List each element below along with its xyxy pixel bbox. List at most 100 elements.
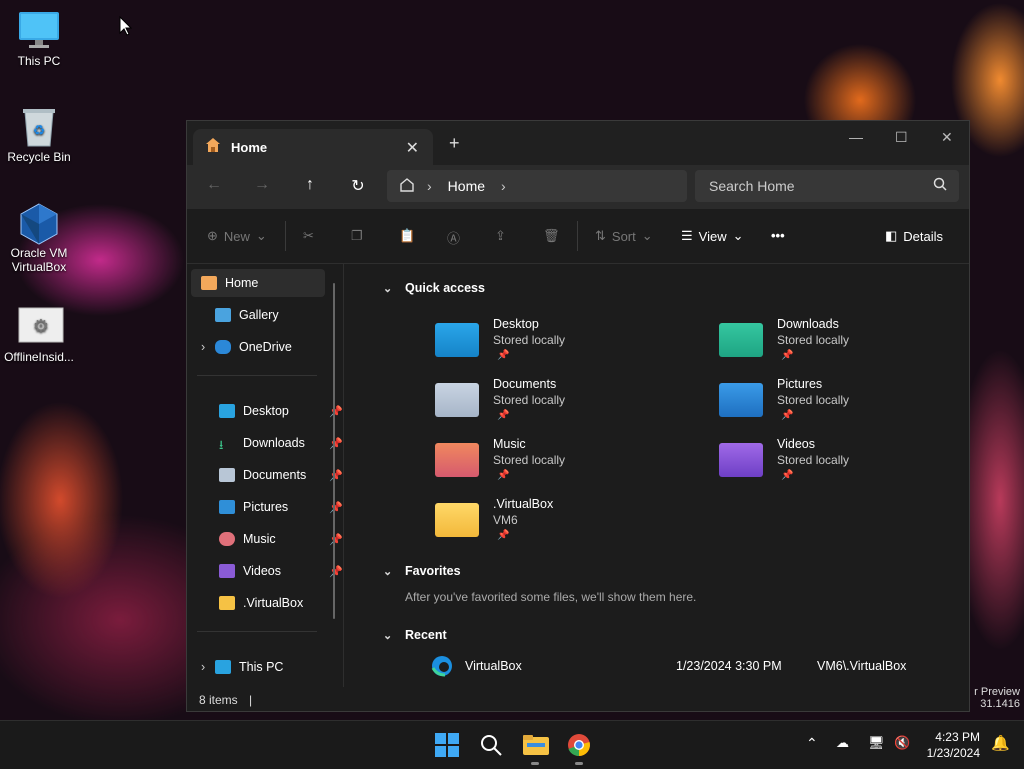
more-options-button[interactable]: ••• <box>771 228 785 243</box>
item-name: Music <box>493 437 526 451</box>
sidebar-item-home[interactable]: Home <box>191 269 325 297</box>
chevron-right-icon[interactable]: › <box>201 340 215 354</box>
sidebar-item-music[interactable]: Music 📌 <box>219 525 343 553</box>
recent-file-name: VirtualBox <box>465 659 522 673</box>
item-name: Desktop <box>493 317 539 331</box>
clock-date: 1/23/2024 <box>926 746 980 760</box>
item-status: Stored locally <box>777 393 850 407</box>
sidebar-item-label: OneDrive <box>239 340 292 354</box>
desktop-icon-this-pc[interactable]: This PC <box>1 10 77 68</box>
video-icon <box>219 564 235 578</box>
paste-icon[interactable]: 📋 <box>399 228 415 244</box>
navigation-bar: ← → ↑ ↻ › Home › Search Home <box>187 165 969 209</box>
sidebar-scrollbar[interactable] <box>333 283 335 619</box>
sidebar-item-videos[interactable]: Videos 📌 <box>219 557 343 585</box>
pin-icon: 📌 <box>329 565 343 578</box>
show-hidden-icons-button[interactable]: ⌃ <box>806 735 818 752</box>
quick-access-item-music[interactable]: Music Stored locally 📌 <box>435 437 695 493</box>
sidebar-item-documents[interactable]: Documents 📌 <box>219 461 343 489</box>
share-icon[interactable]: ⇪ <box>495 228 506 244</box>
search-taskbar-button[interactable] <box>479 733 503 757</box>
refresh-button[interactable]: ↻ <box>347 176 369 196</box>
sidebar-item-label: Music <box>243 532 276 546</box>
divider <box>197 375 317 376</box>
quick-access-item-pictures[interactable]: Pictures Stored locally 📌 <box>719 377 979 433</box>
chrome-icon <box>568 734 590 757</box>
address-bar[interactable]: › Home › <box>387 170 687 202</box>
folder-icon <box>523 735 549 755</box>
cut-icon[interactable]: ✂ <box>303 228 314 244</box>
divider <box>285 221 286 251</box>
desktop-icon-offline-insider[interactable]: ⚙ OfflineInsid... <box>1 306 77 364</box>
breadcrumb-home[interactable]: Home <box>448 178 485 194</box>
section-recent[interactable]: ⌄ Recent <box>383 628 447 642</box>
search-box[interactable]: Search Home <box>695 170 959 202</box>
desktop-icon-label: Oracle VM VirtualBox <box>10 246 68 274</box>
sidebar-item-onedrive[interactable]: › OneDrive <box>201 333 325 361</box>
view-button[interactable]: ☰ View ⌄ <box>681 228 744 244</box>
quick-access-item-desktop[interactable]: Desktop Stored locally 📌 <box>435 317 695 373</box>
item-name: .VirtualBox <box>493 497 554 511</box>
quick-access-item-documents[interactable]: Documents Stored locally 📌 <box>435 377 695 433</box>
music-folder-icon <box>435 443 479 477</box>
rename-icon[interactable]: Ⓐ <box>447 228 460 247</box>
clock-time: 4:23 PM <box>935 730 980 744</box>
chevron-down-icon: ⌄ <box>732 228 744 243</box>
chrome-taskbar-button[interactable] <box>567 733 591 757</box>
close-window-button[interactable]: ✕ <box>941 129 953 146</box>
notification-bell-icon[interactable]: 🔔 <box>991 734 1010 752</box>
title-bar: Home ✕ + — ☐ ✕ <box>187 121 969 165</box>
search-input[interactable]: Search Home <box>709 178 795 194</box>
back-button[interactable]: ← <box>203 176 225 194</box>
search-icon <box>933 177 947 194</box>
new-button[interactable]: ⊕ New ⌄ <box>207 228 267 244</box>
watermark: r Preview 31.1416 <box>974 686 1020 710</box>
sidebar-item-desktop[interactable]: Desktop 📌 <box>219 397 343 425</box>
svg-text:♻: ♻ <box>33 122 46 138</box>
sidebar-item-gallery[interactable]: Gallery <box>215 301 339 329</box>
sidebar-item-label: Downloads <box>243 436 305 450</box>
item-status: VM6 <box>493 513 518 527</box>
section-favorites[interactable]: ⌄ Favorites <box>383 564 461 578</box>
quick-access-item-virtualbox[interactable]: .VirtualBox VM6 📌 <box>435 497 695 553</box>
maximize-button[interactable]: ☐ <box>895 129 908 146</box>
quick-access-item-videos[interactable]: Videos Stored locally 📌 <box>719 437 979 493</box>
details-button[interactable]: ◧ Details <box>885 228 943 244</box>
favorites-empty-text: After you've favorited some files, we'll… <box>405 590 697 604</box>
up-button[interactable]: ↑ <box>299 176 321 194</box>
chevron-down-icon[interactable]: ⌄ <box>383 629 392 642</box>
new-label: New <box>223 228 250 244</box>
sort-button[interactable]: ⇅ Sort ⌄ <box>595 228 653 244</box>
recent-row[interactable]: VirtualBox 1/23/2024 3:30 PM VM6\.Virtua… <box>431 651 961 679</box>
command-bar: ⊕ New ⌄ ✂ ❐ 📋 Ⓐ ⇪ 🗑 ⇅ Sort ⌄ ☰ View ⌄ ••… <box>187 209 969 264</box>
tab-home[interactable]: Home ✕ <box>193 129 433 165</box>
sidebar-item-virtualbox[interactable]: .VirtualBox <box>219 589 343 617</box>
chevron-right-icon[interactable]: › <box>501 178 506 194</box>
pin-icon: 📌 <box>781 410 794 421</box>
minimize-button[interactable]: — <box>849 129 863 145</box>
network-icon[interactable]: 🖥 <box>868 735 885 751</box>
forward-button[interactable]: → <box>251 176 273 194</box>
volume-muted-icon[interactable]: 🔇 <box>894 735 910 751</box>
sidebar-item-downloads[interactable]: ⭳ Downloads 📌 <box>219 429 343 457</box>
file-explorer-taskbar-button[interactable] <box>523 733 549 757</box>
tab-title: Home <box>231 139 268 155</box>
gallery-icon <box>215 308 231 322</box>
sidebar-item-pictures[interactable]: Pictures 📌 <box>219 493 343 521</box>
chevron-down-icon[interactable]: ⌄ <box>383 565 392 578</box>
clock[interactable]: 4:23 PM 1/23/2024 <box>927 729 980 761</box>
start-button[interactable] <box>435 733 459 757</box>
desktop-icon-virtualbox[interactable]: Oracle VM VirtualBox <box>1 202 77 274</box>
sidebar-item-this-pc[interactable]: › This PC <box>201 653 325 681</box>
quick-access-item-downloads[interactable]: Downloads Stored locally 📌 <box>719 317 979 373</box>
close-tab-icon[interactable]: ✕ <box>406 138 419 158</box>
chevron-right-icon[interactable]: › <box>201 660 215 674</box>
desktop-icon-recycle-bin[interactable]: ♻ Recycle Bin <box>1 106 77 164</box>
copy-icon[interactable]: ❐ <box>351 228 363 244</box>
section-quick-access[interactable]: ⌄ Quick access <box>383 281 485 295</box>
pane-divider[interactable] <box>343 263 344 687</box>
chevron-down-icon[interactable]: ⌄ <box>383 282 392 295</box>
onedrive-offline-icon[interactable]: ☁ <box>836 735 849 751</box>
delete-icon[interactable]: 🗑 <box>543 228 560 244</box>
new-tab-button[interactable]: + <box>449 133 460 154</box>
